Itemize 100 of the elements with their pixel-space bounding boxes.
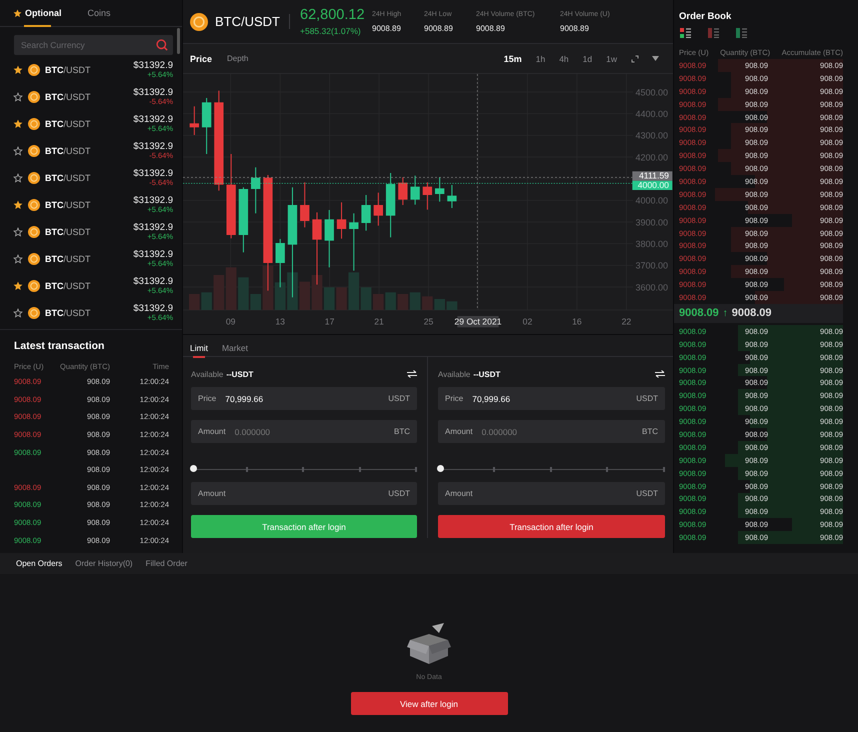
interval-tab[interactable]: 4h — [559, 54, 569, 64]
unit-label: USDT — [388, 489, 410, 498]
coin-price: $31392.9 — [133, 60, 173, 70]
star-icon[interactable] — [13, 254, 23, 264]
book-layout-icon[interactable] — [736, 28, 747, 38]
interval-tab[interactable]: 1w — [606, 54, 617, 64]
pair-name[interactable]: BTC/USDT — [45, 308, 128, 318]
axis-label: 4000.00 — [635, 196, 668, 206]
pair-name[interactable]: BTC/USDT — [45, 226, 128, 236]
star-icon[interactable] — [13, 118, 23, 128]
optional-tab[interactable]: Optional — [13, 0, 62, 26]
star-icon[interactable] — [13, 172, 23, 182]
star-icon[interactable] — [13, 280, 23, 290]
pair-name[interactable]: BTC/USDT — [45, 118, 128, 128]
volume-bar — [422, 296, 433, 310]
volume-bar — [299, 282, 310, 310]
volume-bar — [373, 294, 384, 310]
volume-bar — [434, 299, 445, 310]
last-price: 9008.09 — [679, 307, 719, 320]
star-icon[interactable] — [13, 146, 23, 156]
search-icon — [156, 39, 168, 51]
unit-label: USDT — [636, 394, 658, 403]
orders-tab[interactable]: Order History(0) — [75, 559, 133, 568]
price-field[interactable]: Price 70,999.66 USDT — [438, 387, 665, 410]
swap-icon[interactable] — [655, 370, 665, 378]
star-icon[interactable] — [13, 200, 23, 210]
coin-icon — [28, 280, 40, 292]
coin-price: $31392.9 — [133, 196, 173, 205]
coin-icon — [28, 306, 40, 318]
expand-icon[interactable] — [631, 54, 639, 62]
stat-value: 9008.89 — [424, 24, 454, 32]
field-placeholder: 0.000000 — [482, 426, 518, 436]
chart-tab[interactable]: Depth — [227, 54, 248, 63]
last-price: 62,800.12 — [300, 7, 366, 23]
section-title: Order Book — [678, 10, 732, 24]
amount-slider[interactable] — [191, 465, 417, 473]
price-change: +585.32(1.07%) — [300, 26, 362, 36]
pair-name[interactable]: BTC/USDT — [45, 254, 128, 264]
pair-name[interactable]: BTC/USDT — [45, 146, 128, 156]
volume-bar — [446, 301, 458, 310]
orders-tab[interactable]: Open Orders — [16, 559, 62, 568]
candle — [447, 184, 457, 208]
amount-field[interactable]: Amount 0.000000 BTC — [191, 420, 417, 443]
axis-label: 4200.00 — [635, 152, 668, 162]
coin-icon — [28, 144, 40, 156]
orders-tab[interactable]: Filled Order — [146, 559, 188, 568]
interval-tab[interactable]: 1d — [582, 54, 592, 64]
stat-value: 9008.89 — [560, 24, 590, 32]
pair-name[interactable]: BTC/USDT — [45, 200, 128, 210]
slider-thumb[interactable] — [190, 465, 197, 472]
amount-field[interactable]: Amount 0.000000 BTC — [438, 420, 665, 443]
star-icon[interactable] — [13, 226, 23, 236]
pair-name[interactable]: BTC/USDT — [45, 92, 128, 102]
pair-name[interactable]: BTC/USDT — [45, 280, 128, 290]
field-placeholder: 0.000000 — [234, 426, 272, 436]
available-label: Available — [191, 370, 224, 378]
login-trade-button[interactable]: Transaction after login — [438, 515, 665, 538]
pair-name[interactable]: BTC/USDT — [45, 172, 128, 182]
available-balance: --USDT — [473, 370, 502, 378]
coin-icon — [28, 64, 40, 76]
amount-slider[interactable] — [438, 465, 665, 473]
star-icon[interactable] — [13, 308, 23, 318]
stat-value: 9008.89 — [372, 24, 402, 32]
slider-thumb[interactable] — [437, 465, 444, 472]
scrollbar[interactable] — [177, 28, 180, 54]
interval-tab[interactable]: 1h — [536, 54, 546, 64]
total-field[interactable]: Amount USDT — [191, 482, 417, 505]
axis-label: 09 — [226, 316, 236, 327]
candle — [386, 172, 396, 238]
price-field[interactable]: Price 70,999.66 USDT — [191, 387, 417, 410]
star-icon[interactable] — [13, 92, 23, 102]
candle — [410, 175, 420, 206]
pair-name[interactable]: BTC/USDT — [45, 64, 128, 74]
coin-icon — [28, 90, 40, 102]
book-layout-icon[interactable] — [680, 28, 691, 38]
swap-icon[interactable] — [407, 370, 417, 378]
mark-price: 9008.09 — [732, 307, 772, 320]
star-icon[interactable] — [13, 64, 23, 74]
caret-icon[interactable] — [652, 56, 659, 61]
total-field[interactable]: Amount USDT — [438, 482, 665, 505]
volume-bar — [201, 292, 212, 310]
coin-icon — [28, 226, 40, 238]
axis-label: 3900.00 — [635, 217, 668, 228]
volume-bar — [226, 267, 236, 310]
candle — [300, 182, 310, 228]
volume-bar — [410, 292, 420, 310]
volume-bar — [398, 294, 408, 310]
axis-label: 21 — [374, 316, 384, 327]
coins-tab[interactable]: Coins — [88, 0, 111, 26]
search-field[interactable]: Search Currency — [14, 35, 173, 55]
order-type-tab[interactable]: Limit — [190, 338, 208, 356]
coin-icon — [28, 172, 40, 184]
view-login-button[interactable]: View after login — [350, 692, 508, 715]
chart-tab[interactable]: Price — [190, 54, 212, 64]
order-type-tab[interactable]: Market — [222, 338, 248, 356]
unit-label: BTC — [642, 427, 658, 436]
candle — [202, 98, 212, 154]
axis-label: 3800.00 — [635, 239, 668, 249]
interval-tab[interactable]: 15m — [504, 54, 522, 64]
candle — [190, 106, 199, 136]
